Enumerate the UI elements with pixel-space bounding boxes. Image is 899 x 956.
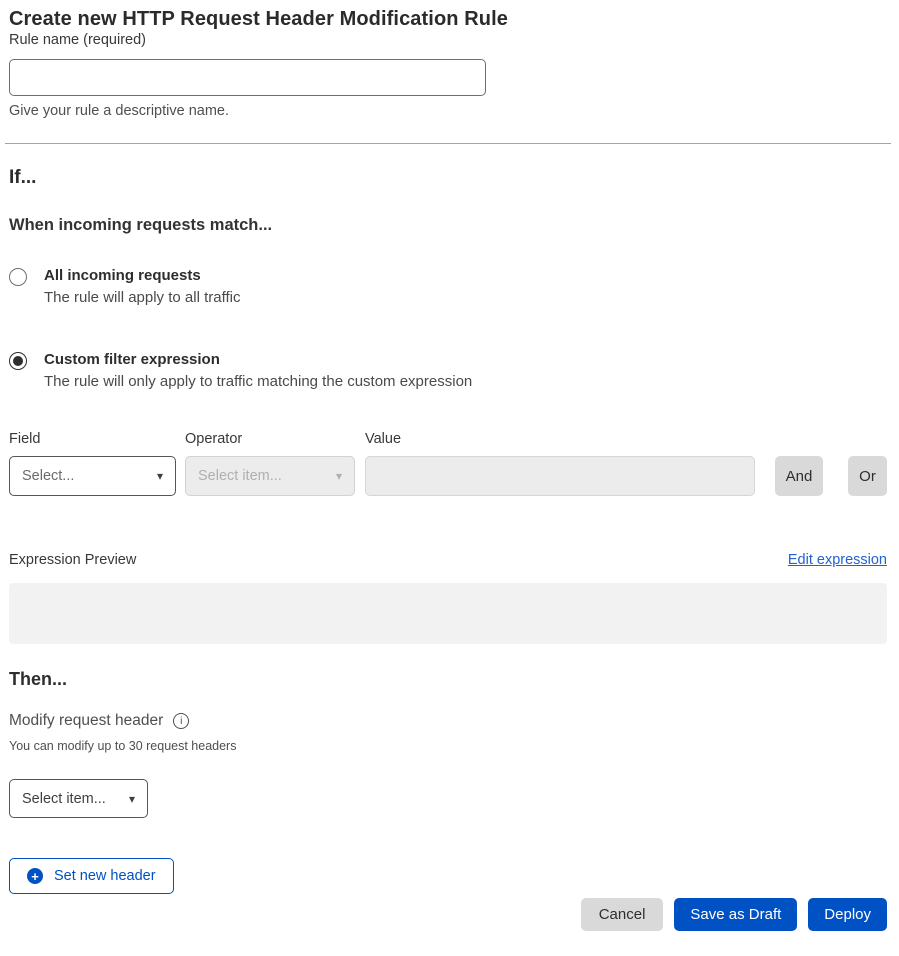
radio-option-custom-filter[interactable]: Custom filter expression The rule will o… [9,351,887,390]
rule-name-label: Rule name (required) [9,32,146,48]
rule-name-help-text: Give your rule a descriptive name. [9,103,887,119]
match-radio-group: All incoming requests The rule will appl… [9,267,887,390]
header-item-select[interactable]: Select item... ▾ [9,779,148,818]
modify-request-header-label: Modify request header [9,712,163,730]
or-button[interactable]: Or [848,456,887,496]
expression-builder-row: Field Select... ▾ Operator Select item..… [9,431,887,496]
footer-actions: Cancel Save as Draft Deploy [9,898,887,931]
radio-description: The rule will apply to all traffic [44,289,240,306]
field-label: Field [9,431,176,447]
expression-preview-header: Expression Preview Edit expression [9,552,887,568]
radio-checked-icon[interactable] [9,352,27,370]
operator-label: Operator [185,431,355,447]
then-heading: Then... [9,669,887,690]
set-new-header-label: Set new header [54,868,156,884]
value-input [365,456,755,496]
radio-label: Custom filter expression [44,351,472,368]
set-new-header-button[interactable]: + Set new header [9,858,174,894]
radio-unchecked-icon[interactable] [9,268,27,286]
save-as-draft-button[interactable]: Save as Draft [674,898,797,931]
cancel-button[interactable]: Cancel [581,898,664,931]
if-heading: If... [9,167,887,189]
expression-preview-label: Expression Preview [9,552,136,568]
and-button[interactable]: And [775,456,823,496]
radio-label: All incoming requests [44,267,240,284]
info-icon[interactable]: i [173,713,189,729]
expression-preview-box [9,583,887,644]
chevron-down-icon: ▾ [157,470,163,482]
field-column: Field Select... ▾ [9,431,176,496]
header-item-select-value: Select item... [22,791,106,807]
chevron-down-icon: ▾ [129,793,135,805]
deploy-button[interactable]: Deploy [808,898,887,931]
when-match-subheading: When incoming requests match... [9,216,887,235]
radio-option-all-incoming[interactable]: All incoming requests The rule will appl… [9,267,887,306]
chevron-down-icon: ▾ [336,470,342,482]
section-divider [5,143,891,144]
field-select-value: Select... [22,468,74,484]
page-title: Create new HTTP Request Header Modificat… [9,8,887,31]
create-rule-page: Create new HTTP Request Header Modificat… [0,0,899,931]
modify-header-row: Modify request header i [9,712,887,730]
edit-expression-link[interactable]: Edit expression [788,552,887,568]
value-column: Value [365,431,755,496]
value-label: Value [365,431,755,447]
rule-name-input[interactable] [9,59,486,96]
field-select[interactable]: Select... ▾ [9,456,176,496]
header-limit-note: You can modify up to 30 request headers [9,739,887,753]
operator-select: Select item... ▾ [185,456,355,496]
operator-select-value: Select item... [198,468,282,484]
operator-column: Operator Select item... ▾ [185,431,355,496]
plus-circle-icon: + [27,868,43,884]
radio-description: The rule will only apply to traffic matc… [44,373,472,390]
